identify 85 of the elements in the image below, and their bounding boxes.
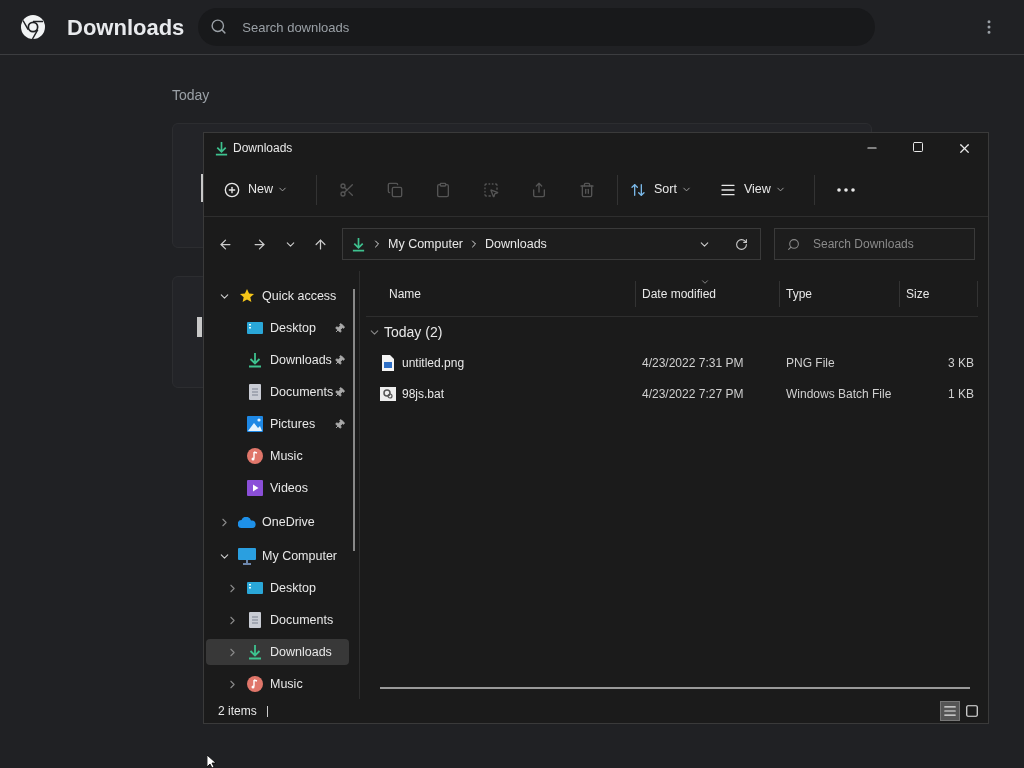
status-text: 2 items [218,703,257,720]
desktop-icon [247,321,263,335]
search-icon [210,18,228,35]
table-cell-text: PNG File [785,354,836,372]
nav-label: Downloads [270,643,332,661]
scrollbar[interactable] [353,289,355,551]
search-field[interactable]: Search Downloads [774,228,975,260]
file-name[interactable]: untitled.png [402,353,465,372]
nav-label: Documents [270,611,334,629]
nav-label: Downloads [270,351,332,369]
search-field[interactable]: Search downloads [198,8,876,46]
nav-item[interactable]: Music [206,443,349,469]
music-icon [247,448,263,464]
cloud-icon [238,516,256,528]
tile-icon [965,704,979,718]
file-name[interactable]: 98js.bat [402,384,445,403]
document-icon [249,384,261,400]
nav-item[interactable]: Music [206,671,349,697]
table-cell-text: 4/23/2022 7:27 PM [641,385,745,403]
video-icon [247,480,263,496]
table-cell-text: Windows Batch File [785,385,893,403]
maximize-icon[interactable] [912,140,924,153]
browser-logo-icon [20,14,46,40]
nav-item[interactable]: Videos [206,475,349,501]
column-header[interactable]: Type [780,280,900,307]
nav-label: Music [270,675,303,693]
nav-item[interactable]: OneDrive [206,509,349,535]
nav-item[interactable]: Documents [206,379,349,405]
download-icon [351,236,366,252]
table-cell-text: 3 KB [947,354,975,372]
nav-label: Videos [270,479,308,497]
nav-item[interactable]: Documents [206,607,349,633]
page-title: Downloads [67,13,185,42]
image-file-icon [382,354,394,371]
details-view-button[interactable] [940,701,960,721]
nav-label: OneDrive [262,513,315,531]
sort-icon [630,181,646,198]
document-icon [249,612,261,628]
picture-icon [247,416,263,432]
star-icon [239,288,255,304]
download-icon [247,352,263,368]
section-heading: Today [172,86,211,105]
window-title: Downloads [233,140,293,157]
forward-icon[interactable] [252,236,267,252]
nav-label: My Computer [262,547,338,565]
column-header[interactable]: Size [900,280,978,307]
group-header[interactable]: Today (2) [366,317,978,347]
nav-item[interactable]: Desktop [206,575,349,601]
address-bar[interactable]: My Computer Downloads [342,228,761,260]
nav-item[interactable]: Quick access [206,283,349,309]
batch-file-icon [380,386,396,401]
download-icon [214,140,229,156]
back-icon[interactable] [218,236,233,252]
desktop-icon [247,581,263,595]
nav-label: Desktop [270,319,316,337]
cursor-icon [207,755,218,768]
toolbar-button[interactable]: View [713,173,792,206]
nav-label: Music [270,447,303,465]
nav-item[interactable]: Downloads [206,347,349,373]
table-cell-text: 1 KB [947,385,975,403]
nav-label: Pictures [270,415,316,433]
column-header[interactable]: Name [366,280,636,307]
search-icon [787,238,800,251]
sort-caret-icon [700,277,710,287]
computer-icon [238,547,256,565]
nav-label: Desktop [270,579,316,597]
refresh-icon[interactable] [735,237,748,251]
download-icon [247,644,263,660]
nav-item[interactable]: Downloads [206,639,349,665]
nav-item[interactable]: Pictures [206,411,349,437]
toolbar-button[interactable]: New [218,173,294,206]
nav-label: Quick access [262,287,337,305]
nav-item[interactable]: My Computer [206,543,349,569]
nav-item[interactable]: Desktop [206,315,349,341]
breadcrumb-item[interactable]: Downloads [485,234,547,254]
toolbar-button[interactable]: Sort [624,173,698,206]
plus-icon [224,181,240,198]
music-icon [247,676,263,692]
column-header[interactable]: Date modified [636,280,780,307]
up-icon[interactable] [313,236,328,252]
breadcrumb-item[interactable]: My Computer [388,234,464,254]
list-icon [943,704,957,718]
table-cell-text: 4/23/2022 7:31 PM [641,354,745,372]
horizontal-scrollbar[interactable] [380,687,970,689]
nav-label: Documents [270,383,334,401]
